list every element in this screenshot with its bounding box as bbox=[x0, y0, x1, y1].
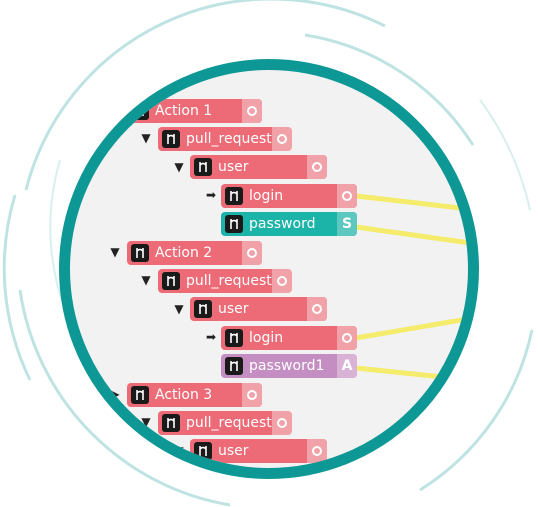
type-badge: S bbox=[337, 212, 357, 236]
expand-toggle-icon[interactable]: ▼ bbox=[139, 415, 153, 429]
password1-field-node[interactable]: password1 A bbox=[221, 354, 357, 378]
output-port[interactable] bbox=[242, 99, 262, 123]
tree-viewport[interactable]: Action 1 ▼ pull_request ▼ user ➡ login p… bbox=[59, 59, 479, 479]
output-port[interactable] bbox=[307, 439, 327, 463]
output-port[interactable] bbox=[271, 127, 292, 151]
link-arrow-icon: ➡ bbox=[205, 188, 217, 202]
connector-icon bbox=[225, 329, 243, 347]
action-node[interactable]: Action 2 bbox=[127, 241, 262, 265]
connector-icon bbox=[162, 414, 180, 432]
user-node[interactable]: user bbox=[190, 155, 327, 179]
output-port[interactable] bbox=[337, 326, 357, 350]
output-port[interactable] bbox=[242, 241, 262, 265]
expand-toggle-icon[interactable]: ▼ bbox=[139, 273, 153, 287]
action-node[interactable]: Action 1 bbox=[127, 99, 262, 123]
type-badge: A bbox=[337, 354, 357, 378]
node-label: Action 2 bbox=[155, 245, 213, 261]
node-label: login bbox=[249, 188, 284, 204]
expand-toggle-icon[interactable]: ▼ bbox=[172, 444, 186, 458]
action-node[interactable]: Action 3 bbox=[127, 383, 262, 407]
node-label: user bbox=[218, 443, 249, 459]
node-label: Action 3 bbox=[155, 387, 213, 403]
connector-icon bbox=[225, 357, 243, 375]
user-node[interactable]: user bbox=[190, 439, 327, 463]
expand-toggle-icon[interactable]: ▼ bbox=[172, 160, 186, 174]
output-port[interactable] bbox=[271, 411, 292, 435]
connector-icon bbox=[162, 130, 180, 148]
node-label: pull_request bbox=[186, 273, 272, 289]
login-node[interactable]: login bbox=[221, 184, 357, 208]
node-label: pull_request bbox=[186, 415, 272, 431]
node-label: pull_request bbox=[186, 131, 272, 147]
connector-icon bbox=[162, 272, 180, 290]
link-arrow-icon: ➡ bbox=[205, 330, 217, 344]
output-port[interactable] bbox=[242, 383, 262, 407]
output-port[interactable] bbox=[337, 184, 357, 208]
collapse-toggle-icon[interactable]: ▶ bbox=[108, 387, 122, 401]
connector-icon bbox=[225, 215, 243, 233]
connector-icon bbox=[194, 442, 212, 460]
node-label: password bbox=[249, 216, 316, 232]
login-node[interactable]: login bbox=[221, 326, 357, 350]
pull-request-node[interactable]: pull_request bbox=[158, 269, 292, 293]
connector-icon bbox=[131, 244, 149, 262]
output-port[interactable] bbox=[307, 155, 327, 179]
pull-request-node[interactable]: pull_request bbox=[158, 127, 292, 151]
connector-icon bbox=[131, 386, 149, 404]
connector-icon bbox=[225, 187, 243, 205]
pull-request-node[interactable]: pull_request bbox=[158, 411, 292, 435]
password-field-node[interactable]: password S bbox=[221, 212, 357, 236]
node-label: password1 bbox=[249, 358, 325, 374]
node-label: user bbox=[218, 159, 249, 175]
expand-toggle-icon[interactable]: ▼ bbox=[172, 302, 186, 316]
expand-toggle-icon[interactable]: ▼ bbox=[139, 131, 153, 145]
node-label: login bbox=[249, 330, 284, 346]
connector-icon bbox=[131, 102, 149, 120]
output-port[interactable] bbox=[307, 297, 327, 321]
connector-icon bbox=[194, 300, 212, 318]
output-port[interactable] bbox=[271, 269, 292, 293]
node-label: Action 1 bbox=[155, 103, 213, 119]
expand-toggle-icon[interactable]: ▼ bbox=[108, 245, 122, 259]
node-label: user bbox=[218, 301, 249, 317]
user-node[interactable]: user bbox=[190, 297, 327, 321]
connector-icon bbox=[194, 158, 212, 176]
